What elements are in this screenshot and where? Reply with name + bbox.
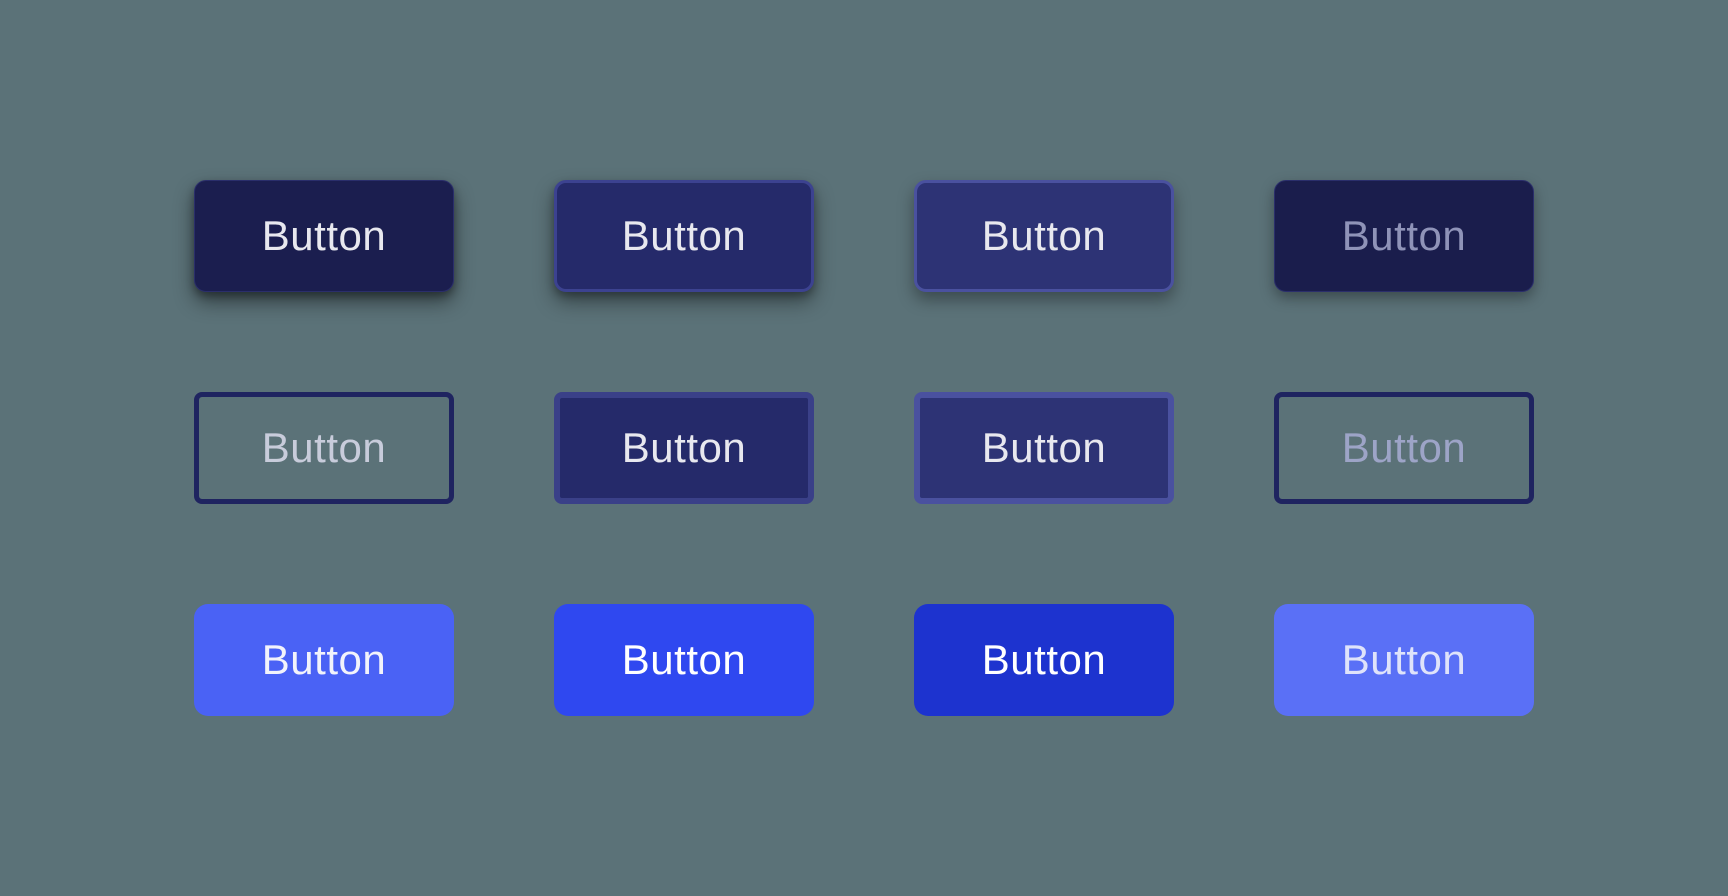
outlined-button-disabled: Button [1274,392,1534,504]
button-label: Button [262,212,386,260]
button-label: Button [1342,424,1466,472]
outlined-button-hover[interactable]: Button [554,392,814,504]
raised-button-hover[interactable]: Button [554,180,814,292]
button-label: Button [622,212,746,260]
filled-button-disabled: Button [1274,604,1534,716]
filled-button-default[interactable]: Button [194,604,454,716]
button-label: Button [262,636,386,684]
raised-button-default[interactable]: Button [194,180,454,292]
button-label: Button [622,424,746,472]
button-showcase-grid: Button Button Button Button Button Butto… [194,180,1534,716]
filled-button-hover[interactable]: Button [554,604,814,716]
button-label: Button [1342,212,1466,260]
filled-button-active[interactable]: Button [914,604,1174,716]
button-label: Button [622,636,746,684]
button-label: Button [1342,636,1466,684]
raised-button-active[interactable]: Button [914,180,1174,292]
button-label: Button [982,424,1106,472]
raised-button-disabled: Button [1274,180,1534,292]
button-label: Button [982,636,1106,684]
outlined-button-active[interactable]: Button [914,392,1174,504]
button-label: Button [982,212,1106,260]
outlined-button-default[interactable]: Button [194,392,454,504]
button-label: Button [262,424,386,472]
